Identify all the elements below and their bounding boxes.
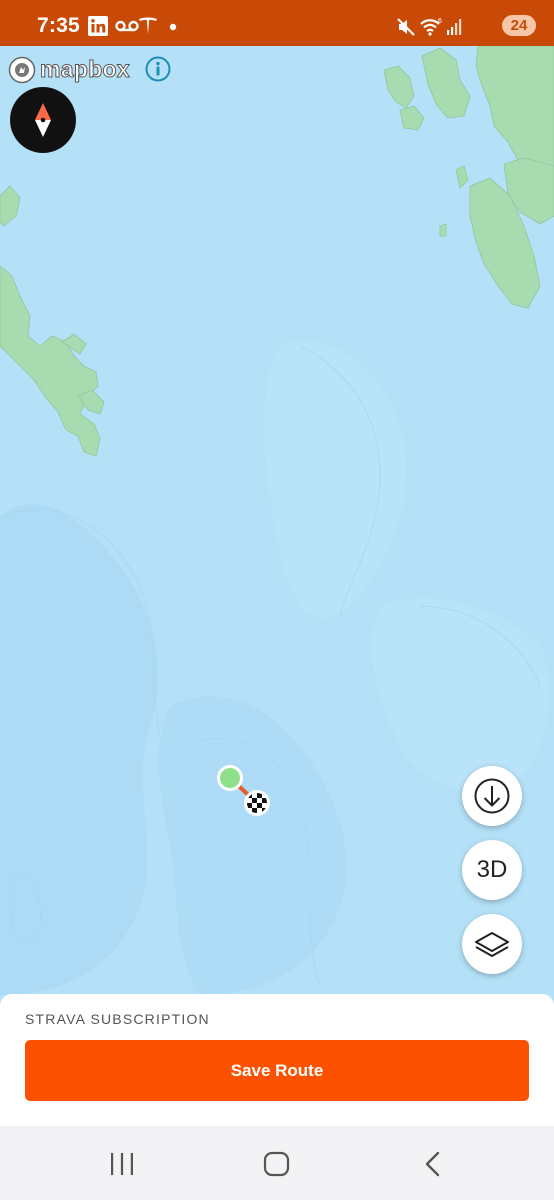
voicemail-icon — [115, 20, 139, 32]
status-bar: 7:35 6 24 — [0, 0, 554, 46]
compass-button[interactable] — [10, 87, 76, 153]
bottom-sheet: STRAVA SUBSCRIPTION Save Route — [0, 994, 554, 1126]
save-route-button[interactable]: Save Route — [25, 1040, 529, 1101]
mute-icon — [397, 18, 415, 36]
battery-badge: 24 — [502, 15, 536, 36]
back-button[interactable] — [412, 1146, 452, 1182]
signal-icon — [447, 19, 462, 35]
download-icon — [474, 778, 510, 814]
wifi-icon: 6 — [420, 18, 442, 36]
home-button[interactable] — [257, 1146, 297, 1182]
status-time: 7:35 — [37, 14, 80, 37]
linkedin-icon — [88, 16, 108, 36]
dot-icon — [169, 23, 177, 31]
compass-icon — [35, 103, 51, 137]
download-button[interactable] — [462, 766, 522, 826]
recents-button[interactable] — [102, 1146, 142, 1182]
home-icon — [263, 1151, 290, 1177]
svg-text:6: 6 — [438, 18, 442, 25]
back-icon — [425, 1151, 440, 1177]
route-start-marker[interactable] — [217, 765, 243, 791]
recents-icon — [111, 1153, 133, 1175]
layers-icon — [475, 932, 509, 957]
info-icon[interactable] — [145, 56, 171, 82]
route-finish-flag-icon[interactable] — [244, 790, 270, 816]
screen: 7:35 6 24 mapbox 3D STRAVA SUBSCRIPTION … — [0, 0, 554, 1200]
3d-toggle-button[interactable]: 3D — [462, 840, 522, 900]
map-layers-button[interactable] — [462, 914, 522, 974]
mapbox-wordmark: mapbox — [40, 56, 131, 83]
mapbox-mark-icon — [8, 56, 36, 84]
subscription-label: STRAVA SUBSCRIPTION — [25, 1011, 210, 1027]
3d-label: 3D — [476, 856, 508, 883]
tesla-icon — [139, 17, 157, 34]
system-nav-bar — [0, 1126, 554, 1200]
